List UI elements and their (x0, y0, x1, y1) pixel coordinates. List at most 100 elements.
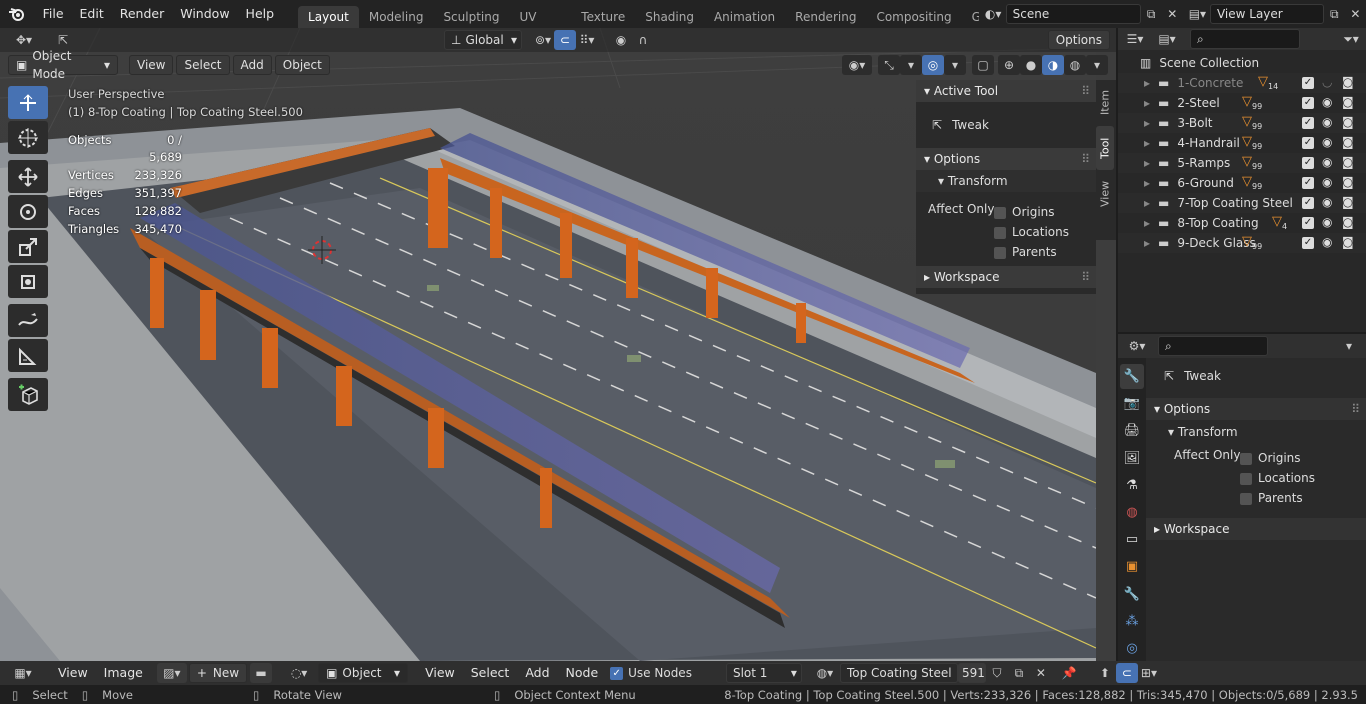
exclude-checkbox[interactable]: ✓ (1302, 137, 1314, 149)
expand-arrow-icon[interactable]: ▸ (1144, 136, 1158, 150)
outliner-editor-icon[interactable]: ☰▾ (1124, 29, 1146, 49)
properties-options-icon[interactable]: ▾ (1338, 336, 1360, 356)
tab-layout[interactable]: Layout (298, 6, 359, 28)
eye-icon[interactable]: ◉ (1322, 135, 1332, 149)
world-tab-icon[interactable]: ◍ (1120, 500, 1144, 525)
eye-icon[interactable]: ◉ (1322, 155, 1332, 169)
pin-icon[interactable]: 📌 (1058, 663, 1080, 683)
eye-icon[interactable]: ◉ (1322, 235, 1332, 249)
material-name-field[interactable]: Top Coating Steel (839, 663, 958, 683)
copy-view-layer-icon[interactable]: ⧉ (1324, 4, 1345, 24)
scale-tool-icon[interactable] (8, 230, 48, 263)
visibility-icon[interactable]: ◉▾ (842, 55, 872, 75)
view-layer-selector[interactable]: View Layer (1209, 4, 1324, 24)
transform-subheader[interactable]: ▾ Transform (916, 170, 1096, 192)
expand-arrow-icon[interactable]: ▸ (1144, 216, 1158, 230)
eye-icon[interactable]: ◉ (1322, 115, 1332, 129)
measure-tool-icon[interactable] (8, 339, 48, 372)
tab-view[interactable]: View (1096, 172, 1114, 216)
render-tab-icon[interactable]: 📷 (1120, 391, 1144, 416)
snap-icon[interactable]: ⊂ (1115, 663, 1138, 683)
outliner-row[interactable]: ▸ ▬ 4-Handrail ▽99 ✓ ◉ ◙ (1118, 133, 1366, 153)
tab-sculpting[interactable]: Sculpting (433, 6, 509, 28)
add-cube-tool-icon[interactable] (8, 378, 48, 411)
parent-node-tree-icon[interactable]: ⬆ (1094, 663, 1116, 683)
scene-selector[interactable]: Scene (1005, 4, 1141, 24)
menu-node[interactable]: Node (558, 661, 607, 685)
tweak-select-icon[interactable] (8, 86, 48, 119)
eye-icon[interactable]: ◉ (1322, 215, 1332, 229)
cursor-tool-icon[interactable] (8, 121, 48, 154)
rotate-tool-icon[interactable] (8, 195, 48, 228)
display-mode-icon[interactable]: ▤▾ (1156, 29, 1178, 49)
blender-logo-icon[interactable] (0, 6, 35, 22)
menu-render[interactable]: Render (112, 0, 173, 28)
tab-modeling[interactable]: Modeling (359, 6, 434, 28)
menu-view[interactable]: View (129, 55, 174, 75)
tab-tool[interactable]: Tool (1096, 126, 1114, 170)
camera-icon[interactable]: ◙ (1342, 75, 1354, 89)
menu-select[interactable]: Select (463, 661, 518, 685)
properties-search-input[interactable]: ⌕ (1158, 336, 1268, 356)
outliner-row[interactable]: ▸ ▬ 1-Concrete ▽14 ✓ ◡ ◙ (1118, 73, 1366, 93)
tab-shading[interactable]: Shading (635, 6, 704, 28)
snap-toggle-icon[interactable]: ⊂ (554, 30, 576, 50)
expand-arrow-icon[interactable]: ▸ (1144, 196, 1158, 210)
outliner-row[interactable]: ▸ ▬ 5-Ramps ▽99 ✓ ◉ ◙ (1118, 153, 1366, 173)
transform-subheader[interactable]: ▾ Transform (1146, 420, 1366, 444)
menu-add[interactable]: Add (232, 55, 272, 75)
expand-arrow-icon[interactable]: ▸ (1144, 176, 1158, 190)
eye-icon[interactable]: ◉ (1322, 95, 1332, 109)
workspace-header[interactable]: ▸ Workspace (1146, 518, 1366, 540)
origins-checkbox[interactable]: Origins (1240, 448, 1315, 468)
eye-icon[interactable]: ◉ (1322, 195, 1332, 209)
workspace-header[interactable]: ▸ Workspace ⠿ (916, 266, 1096, 288)
gizmo-icon[interactable]: ⤡ (878, 55, 900, 75)
parents-checkbox[interactable]: Parents (994, 242, 1069, 262)
scene-icon[interactable]: ◐▾ (983, 4, 1004, 24)
fake-user-icon[interactable]: ⛉ (986, 663, 1008, 683)
expand-arrow-icon[interactable]: ▸ (1144, 236, 1158, 250)
drag-handle-icon[interactable]: ⠿ (1351, 398, 1360, 420)
exclude-checkbox[interactable]: ✓ (1302, 197, 1314, 209)
rendered-shading-icon[interactable]: ◍ (1064, 55, 1086, 75)
exclude-checkbox[interactable]: ✓ (1302, 157, 1314, 169)
unlink-material-icon[interactable]: ✕ (1030, 663, 1052, 683)
open-folder-icon[interactable]: ▬ (250, 663, 273, 683)
options-header[interactable]: ▾ Options ⠿ (916, 148, 1096, 170)
locations-checkbox[interactable]: Locations (994, 222, 1069, 242)
outliner-row[interactable]: ▸ ▬ 3-Bolt ▽99 ✓ ◉ ◙ (1118, 113, 1366, 133)
material-shading-icon[interactable]: ◑ (1042, 55, 1064, 75)
origins-checkbox[interactable]: Origins (994, 202, 1069, 222)
view-layer-tab-icon[interactable]: 🖼 (1120, 446, 1144, 471)
properties-editor-icon[interactable]: ⚙▾ (1126, 336, 1148, 356)
material-users-count[interactable]: 591 (957, 663, 986, 683)
exclude-checkbox[interactable]: ✓ (1302, 77, 1314, 89)
tool-row[interactable]: ⇱ Tweak (1146, 358, 1366, 394)
material-browse-icon[interactable]: ◍▾ (810, 663, 840, 683)
exclude-checkbox[interactable]: ✓ (1302, 237, 1314, 249)
modifier-tab-icon[interactable]: 🔧 (1120, 582, 1144, 607)
active-tool-row[interactable]: ⇱ Tweak (916, 102, 1096, 148)
exclude-checkbox[interactable]: ✓ (1302, 217, 1314, 229)
transform-orientation-select[interactable]: ⊥ Global ▾ (444, 30, 522, 50)
outliner-search-input[interactable]: ⌕ (1190, 29, 1300, 49)
remove-scene-icon[interactable]: ✕ (1162, 4, 1183, 24)
menu-window[interactable]: Window (172, 0, 237, 28)
remove-view-layer-icon[interactable]: ✕ (1345, 4, 1366, 24)
camera-icon[interactable]: ◙ (1342, 95, 1354, 109)
scene-collection-row[interactable]: ▥ Scene Collection (1118, 53, 1366, 73)
drag-handle-icon[interactable]: ⠿ (1081, 148, 1090, 170)
eye-icon[interactable]: ◡ (1322, 75, 1332, 89)
eye-icon[interactable]: ◉ (1322, 175, 1332, 189)
options-dropdown[interactable]: Options (1047, 30, 1110, 50)
editor-type-icon[interactable]: ▦▾ (8, 663, 38, 683)
tab-texture-paint[interactable]: Texture Paint (571, 6, 635, 28)
camera-icon[interactable]: ◙ (1342, 115, 1354, 129)
collection-tab-icon[interactable]: ▭ (1120, 527, 1144, 552)
physics-tab-icon[interactable]: ◎ (1120, 636, 1144, 661)
outliner-row[interactable]: ▸ ▬ 7-Top Coating Steel ✓ ◉ ◙ (1118, 193, 1366, 213)
menu-object[interactable]: Object (274, 55, 330, 75)
annotate-tool-icon[interactable] (8, 304, 48, 337)
expand-arrow-icon[interactable]: ▸ (1144, 116, 1158, 130)
